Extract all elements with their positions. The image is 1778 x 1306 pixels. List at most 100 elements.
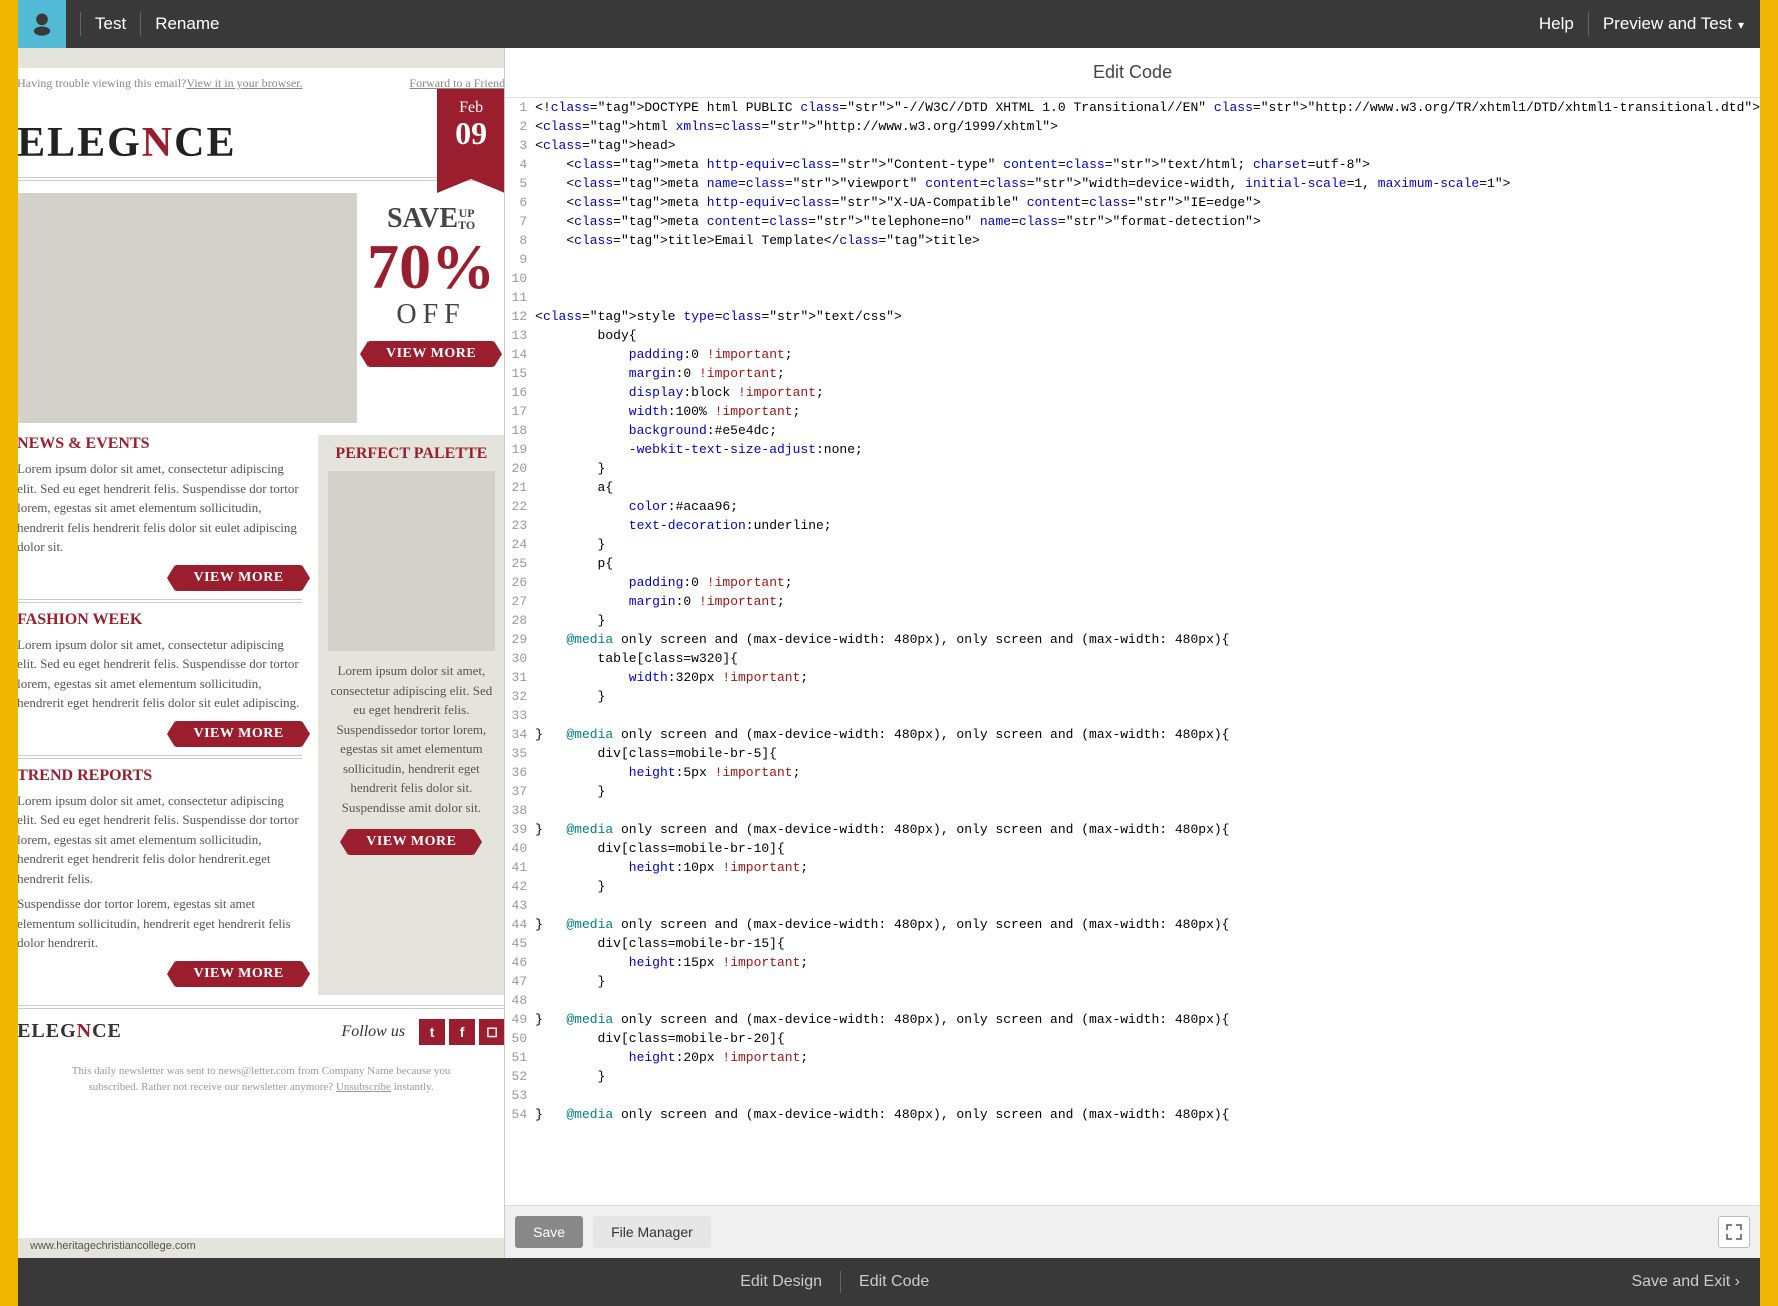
edit-design-link[interactable]: Edit Design [740,1273,822,1291]
code-line[interactable]: 30 table[class=w320]{ [505,649,1760,668]
mailchimp-logo[interactable] [18,0,66,48]
code-line[interactable]: 53 [505,1086,1760,1105]
code-line[interactable]: 47 } [505,972,1760,991]
code-line[interactable]: 15 margin:0 !important; [505,364,1760,383]
divider [80,12,81,36]
code-line[interactable]: 28 } [505,611,1760,630]
divider [140,12,141,36]
chevron-down-icon: ▾ [1738,18,1744,32]
code-line[interactable]: 9 [505,250,1760,269]
code-line[interactable]: 11 [505,288,1760,307]
code-line[interactable]: 54} @media only screen and (max-device-w… [505,1105,1760,1124]
code-line[interactable]: 2<class="tag">html xmlns=class="str">"ht… [505,117,1760,136]
watermark-text: www.heritagechristiancollege.com [30,1240,196,1252]
section-title: FASHION WEEK [18,599,302,629]
code-line[interactable]: 19 -webkit-text-size-adjust:none; [505,440,1760,459]
code-line[interactable]: 8 <class="tag">title>Email Template</cla… [505,231,1760,250]
code-editor[interactable]: 1<!class="tag">DOCTYPE html PUBLIC class… [505,98,1760,1205]
hero-image-placeholder[interactable] [18,193,357,423]
instagram-icon[interactable]: ◻ [479,1019,504,1045]
test-link[interactable]: Test [95,14,126,34]
facebook-icon[interactable]: f [449,1019,475,1045]
code-line[interactable]: 34} @media only screen and (max-device-w… [505,725,1760,744]
code-line[interactable]: 6 <class="tag">meta http-equiv=class="st… [505,193,1760,212]
code-line[interactable]: 17 width:100% !important; [505,402,1760,421]
code-line[interactable]: 22 color:#acaa96; [505,497,1760,516]
code-line[interactable]: 25 p{ [505,554,1760,573]
code-line[interactable]: 50 div[class=mobile-br-20]{ [505,1029,1760,1048]
bottom-bar: Edit Design Edit Code Save and Exit › [18,1258,1760,1306]
code-line[interactable]: 37 } [505,782,1760,801]
code-line[interactable]: 5 <class="tag">meta name=class="str">"vi… [505,174,1760,193]
code-line[interactable]: 29 @media only screen and (max-device-wi… [505,630,1760,649]
code-line[interactable]: 49} @media only screen and (max-device-w… [505,1010,1760,1029]
save-button[interactable]: Save [515,1216,583,1248]
code-line[interactable]: 39} @media only screen and (max-device-w… [505,820,1760,839]
code-line[interactable]: 4 <class="tag">meta http-equiv=class="st… [505,155,1760,174]
ribbon-day: 09 [437,117,504,149]
code-line[interactable]: 48 [505,991,1760,1010]
code-pane-title: Edit Code [505,48,1760,98]
code-line[interactable]: 20 } [505,459,1760,478]
code-line[interactable]: 44} @media only screen and (max-device-w… [505,915,1760,934]
code-line[interactable]: 18 background:#e5e4dc; [505,421,1760,440]
unsubscribe-link[interactable]: Unsubscribe [336,1081,391,1093]
section-body: Lorem ipsum dolor sit amet, consectetur … [18,635,302,713]
code-line[interactable]: 35 div[class=mobile-br-5]{ [505,744,1760,763]
save-exit-link[interactable]: Save and Exit › [1631,1273,1740,1290]
section-title: NEWS & EVENTS [18,435,302,453]
code-line[interactable]: 38 [505,801,1760,820]
footer-brand: ELEGNCE [18,1020,122,1043]
code-line[interactable]: 13 body{ [505,326,1760,345]
code-line[interactable]: 16 display:block !important; [505,383,1760,402]
code-line[interactable]: 1<!class="tag">DOCTYPE html PUBLIC class… [505,98,1760,117]
code-line[interactable]: 3<class="tag">head> [505,136,1760,155]
code-line[interactable]: 26 padding:0 !important; [505,573,1760,592]
expand-icon[interactable] [1718,1216,1750,1248]
main-area: Having trouble viewing this email? View … [18,48,1760,1258]
sidebar-image-placeholder[interactable] [328,471,495,651]
code-line[interactable]: 40 div[class=mobile-br-10]{ [505,839,1760,858]
code-line[interactable]: 52 } [505,1067,1760,1086]
help-link[interactable]: Help [1539,14,1574,34]
code-line[interactable]: 7 <class="tag">meta content=class="str">… [505,212,1760,231]
code-line[interactable]: 42 } [505,877,1760,896]
twitter-icon[interactable]: t [419,1019,445,1045]
edit-code-link[interactable]: Edit Code [859,1273,929,1291]
code-line[interactable]: 27 margin:0 !important; [505,592,1760,611]
code-line[interactable]: 51 height:20px !important; [505,1048,1760,1067]
preview-test-dropdown[interactable]: Preview and Test▾ [1603,14,1744,34]
code-line[interactable]: 41 height:10px !important; [505,858,1760,877]
sidebar-body: Lorem ipsum dolor sit amet, consectetur … [328,661,495,817]
code-line[interactable]: 12<class="tag">style type=class="str">"t… [505,307,1760,326]
code-line[interactable]: 32 } [505,687,1760,706]
view-more-button[interactable]: VIEW MORE [348,829,474,855]
code-line[interactable]: 45 div[class=mobile-br-15]{ [505,934,1760,953]
section-body: Lorem ipsum dolor sit amet, consectetur … [18,459,302,557]
section-body: Lorem ipsum dolor sit amet, consectetur … [18,791,302,889]
view-more-button[interactable]: VIEW MORE [175,961,301,987]
view-more-button[interactable]: VIEW MORE [368,341,494,367]
brand-logo: ELEGNCE [18,119,504,167]
code-line[interactable]: 10 [505,269,1760,288]
code-line[interactable]: 24 } [505,535,1760,554]
date-ribbon: Feb 09 [437,89,504,179]
code-line[interactable]: 23 text-decoration:underline; [505,516,1760,535]
code-line[interactable]: 21 a{ [505,478,1760,497]
chevron-right-icon: › [1735,1273,1740,1290]
code-line[interactable]: 46 height:15px !important; [505,953,1760,972]
code-line[interactable]: 36 height:5px !important; [505,763,1760,782]
view-browser-link[interactable]: View it in your browser. [186,76,302,91]
code-line[interactable]: 14 padding:0 !important; [505,345,1760,364]
code-pane: Edit Code 1<!class="tag">DOCTYPE html PU… [504,48,1760,1258]
preview-pane: Having trouble viewing this email? View … [18,48,504,1258]
view-more-button[interactable]: VIEW MORE [175,565,301,591]
code-line[interactable]: 31 width:320px !important; [505,668,1760,687]
rename-link[interactable]: Rename [155,14,219,34]
file-manager-button[interactable]: File Manager [593,1216,711,1248]
code-line[interactable]: 33 [505,706,1760,725]
view-more-button[interactable]: VIEW MORE [175,721,301,747]
sidebar-title: PERFECT PALETTE [328,445,495,463]
code-line[interactable]: 43 [505,896,1760,915]
top-bar: Test Rename Help Preview and Test▾ [18,0,1760,48]
